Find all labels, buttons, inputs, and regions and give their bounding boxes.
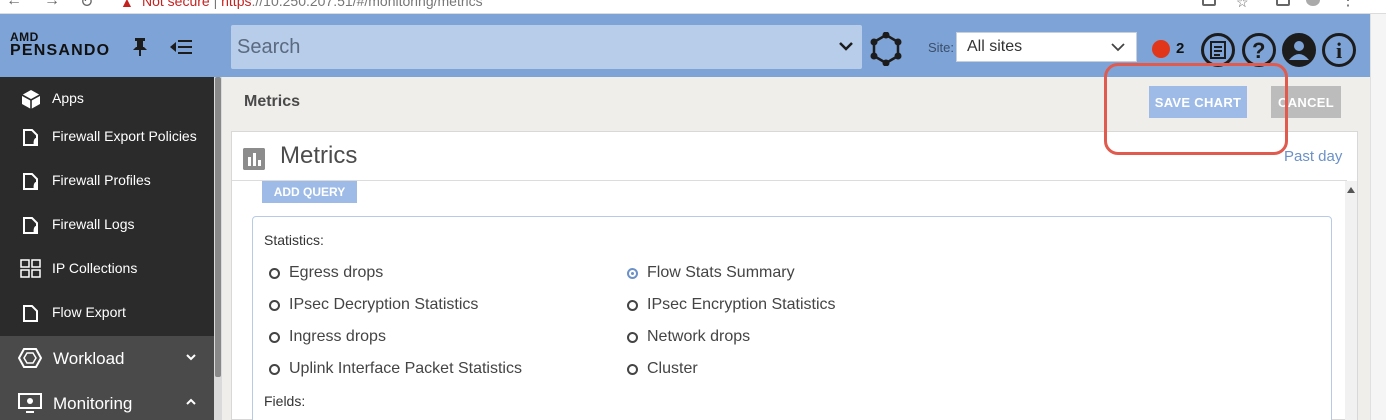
chevron-up-icon [186,398,196,405]
radio-cluster[interactable]: Cluster [627,360,698,378]
time-range-link[interactable]: Past day [1284,148,1342,165]
site-select[interactable]: All sites [956,32,1137,62]
site-label: Site: [928,40,955,55]
alert-indicator-icon[interactable] [1152,40,1170,58]
sidebar-item-label: Firewall Profiles [52,172,151,188]
radio-label: Uplink Interface Packet Statistics [289,360,522,377]
radio-label: IPsec Decryption Statistics [289,296,479,313]
sidebar-group-workload[interactable]: Workload [0,336,214,381]
radio-selected-icon [627,267,638,279]
url-scheme: https [221,0,252,9]
ip-collections-icon [20,259,41,278]
sidebar-item-firewall-export-policies[interactable]: Firewall Export Policies [0,115,214,159]
chevron-down-icon[interactable] [838,40,854,52]
collapse-menu-icon[interactable] [170,40,192,54]
sidebar-scrollbar[interactable] [214,77,222,420]
brand-name: PENSANDO [10,42,111,59]
search-input[interactable] [231,25,821,69]
radio-flow-stats-summary[interactable]: Flow Stats Summary [627,264,795,282]
global-search[interactable] [231,25,862,69]
info-icon[interactable]: i [1322,33,1356,67]
profile-icon[interactable] [1306,0,1320,6]
sidebar-item-label: IP Collections [52,260,138,276]
sidebar-item-firewall-logs[interactable]: Firewall Logs [0,203,214,247]
fields-label: Fields: [264,393,306,409]
scroll-up-icon[interactable] [1347,187,1355,193]
user-avatar-icon[interactable] [1282,33,1316,67]
sidebar-item-label: Firewall Export Policies [52,128,197,144]
highlight-annotation [1104,63,1288,155]
firewall-policy-icon [23,129,38,146]
menu-icon[interactable]: ⋮ [1340,0,1356,10]
cube-icon [21,90,41,109]
sidebar-item-firewall-profiles[interactable]: Firewall Profiles [0,159,214,203]
radio-icon [269,331,280,343]
radio-label: Network drops [647,328,751,345]
help-icon[interactable]: ? [1242,33,1276,67]
page-title: Metrics [244,93,301,110]
radio-icon [269,267,280,279]
workload-icon [18,348,42,368]
share-icon[interactable] [1202,0,1216,6]
warning-icon: ▲ [120,0,134,10]
sidebar-item-flow-export[interactable]: Flow Export [0,291,214,335]
radio-icon [627,363,638,375]
sidebar-group-monitoring[interactable]: Monitoring [0,381,214,420]
statistics-label: Statistics: [264,232,324,248]
radio-label: Ingress drops [289,328,386,345]
monitoring-icon [18,393,42,413]
url-rest: ://10.250.207.51/#/monitoring/metrics [251,0,483,9]
sidebar-item-ip-collections[interactable]: IP Collections [0,247,214,291]
flow-export-icon [23,305,38,322]
back-icon[interactable]: ← [6,0,22,10]
star-icon[interactable]: ☆ [1236,0,1249,11]
forward-icon[interactable]: → [44,0,60,10]
radio-label: Egress drops [289,264,384,281]
firewall-logs-icon [23,217,38,234]
query-panel: Statistics: Egress drops Flow Stats Summ… [252,216,1332,420]
alert-count[interactable]: 2 [1176,40,1184,57]
radio-label: Flow Stats Summary [647,264,795,281]
radio-ipsec-decryption-statistics[interactable]: IPsec Decryption Statistics [269,296,478,314]
radio-egress-drops[interactable]: Egress drops [269,264,383,282]
pin-icon[interactable] [133,38,147,56]
radio-label: IPsec Encryption Statistics [647,296,836,313]
sidebar-group-label: Monitoring [53,394,133,413]
browser-bar: ← → ↻ ▲ Not secure | https://10.250.207.… [0,0,1386,14]
window-scrollbar[interactable] [1370,14,1386,420]
card-title: Metrics [280,142,358,169]
radio-icon [627,299,638,311]
address-bar[interactable]: Not secure | https://10.250.207.51/#/mon… [142,0,483,9]
bar-chart-icon [243,148,265,170]
sidebar-group-label: Workload [53,349,125,368]
radio-icon [269,299,280,311]
chevron-down-icon [186,354,196,361]
radio-icon [269,363,280,375]
chevron-down-icon [1111,43,1125,52]
security-warning: Not secure [142,0,210,9]
radio-icon [627,331,638,343]
metrics-card: Metrics Past day ADD QUERY Statistics: E… [231,131,1358,420]
brand-logo[interactable]: AMD PENSANDO [0,14,214,77]
sidebar-item-label: Apps [52,90,84,106]
radio-uplink-interface-packet-statistics[interactable]: Uplink Interface Packet Statistics [269,360,522,378]
sidebar-item-label: Firewall Logs [52,216,135,232]
topology-graph-icon[interactable] [869,32,903,66]
reload-icon[interactable]: ↻ [80,0,93,12]
radio-label: Cluster [647,360,698,377]
sidebar-scrollbar-thumb[interactable] [215,77,221,377]
radio-network-drops[interactable]: Network drops [627,328,750,346]
radio-ingress-drops[interactable]: Ingress drops [269,328,386,346]
events-log-icon[interactable] [1201,33,1235,67]
sidebar: Apps Firewall Export Policies Firewall P… [0,77,214,420]
site-value: All sites [967,38,1023,55]
card-scrollbar[interactable] [1345,181,1357,420]
firewall-profile-icon [23,173,38,190]
radio-ipsec-encryption-statistics[interactable]: IPsec Encryption Statistics [627,296,836,314]
sidebar-item-label: Flow Export [52,304,126,320]
divider [232,180,1347,181]
add-query-button[interactable]: ADD QUERY [262,181,357,203]
tab-icon[interactable] [1276,0,1290,6]
